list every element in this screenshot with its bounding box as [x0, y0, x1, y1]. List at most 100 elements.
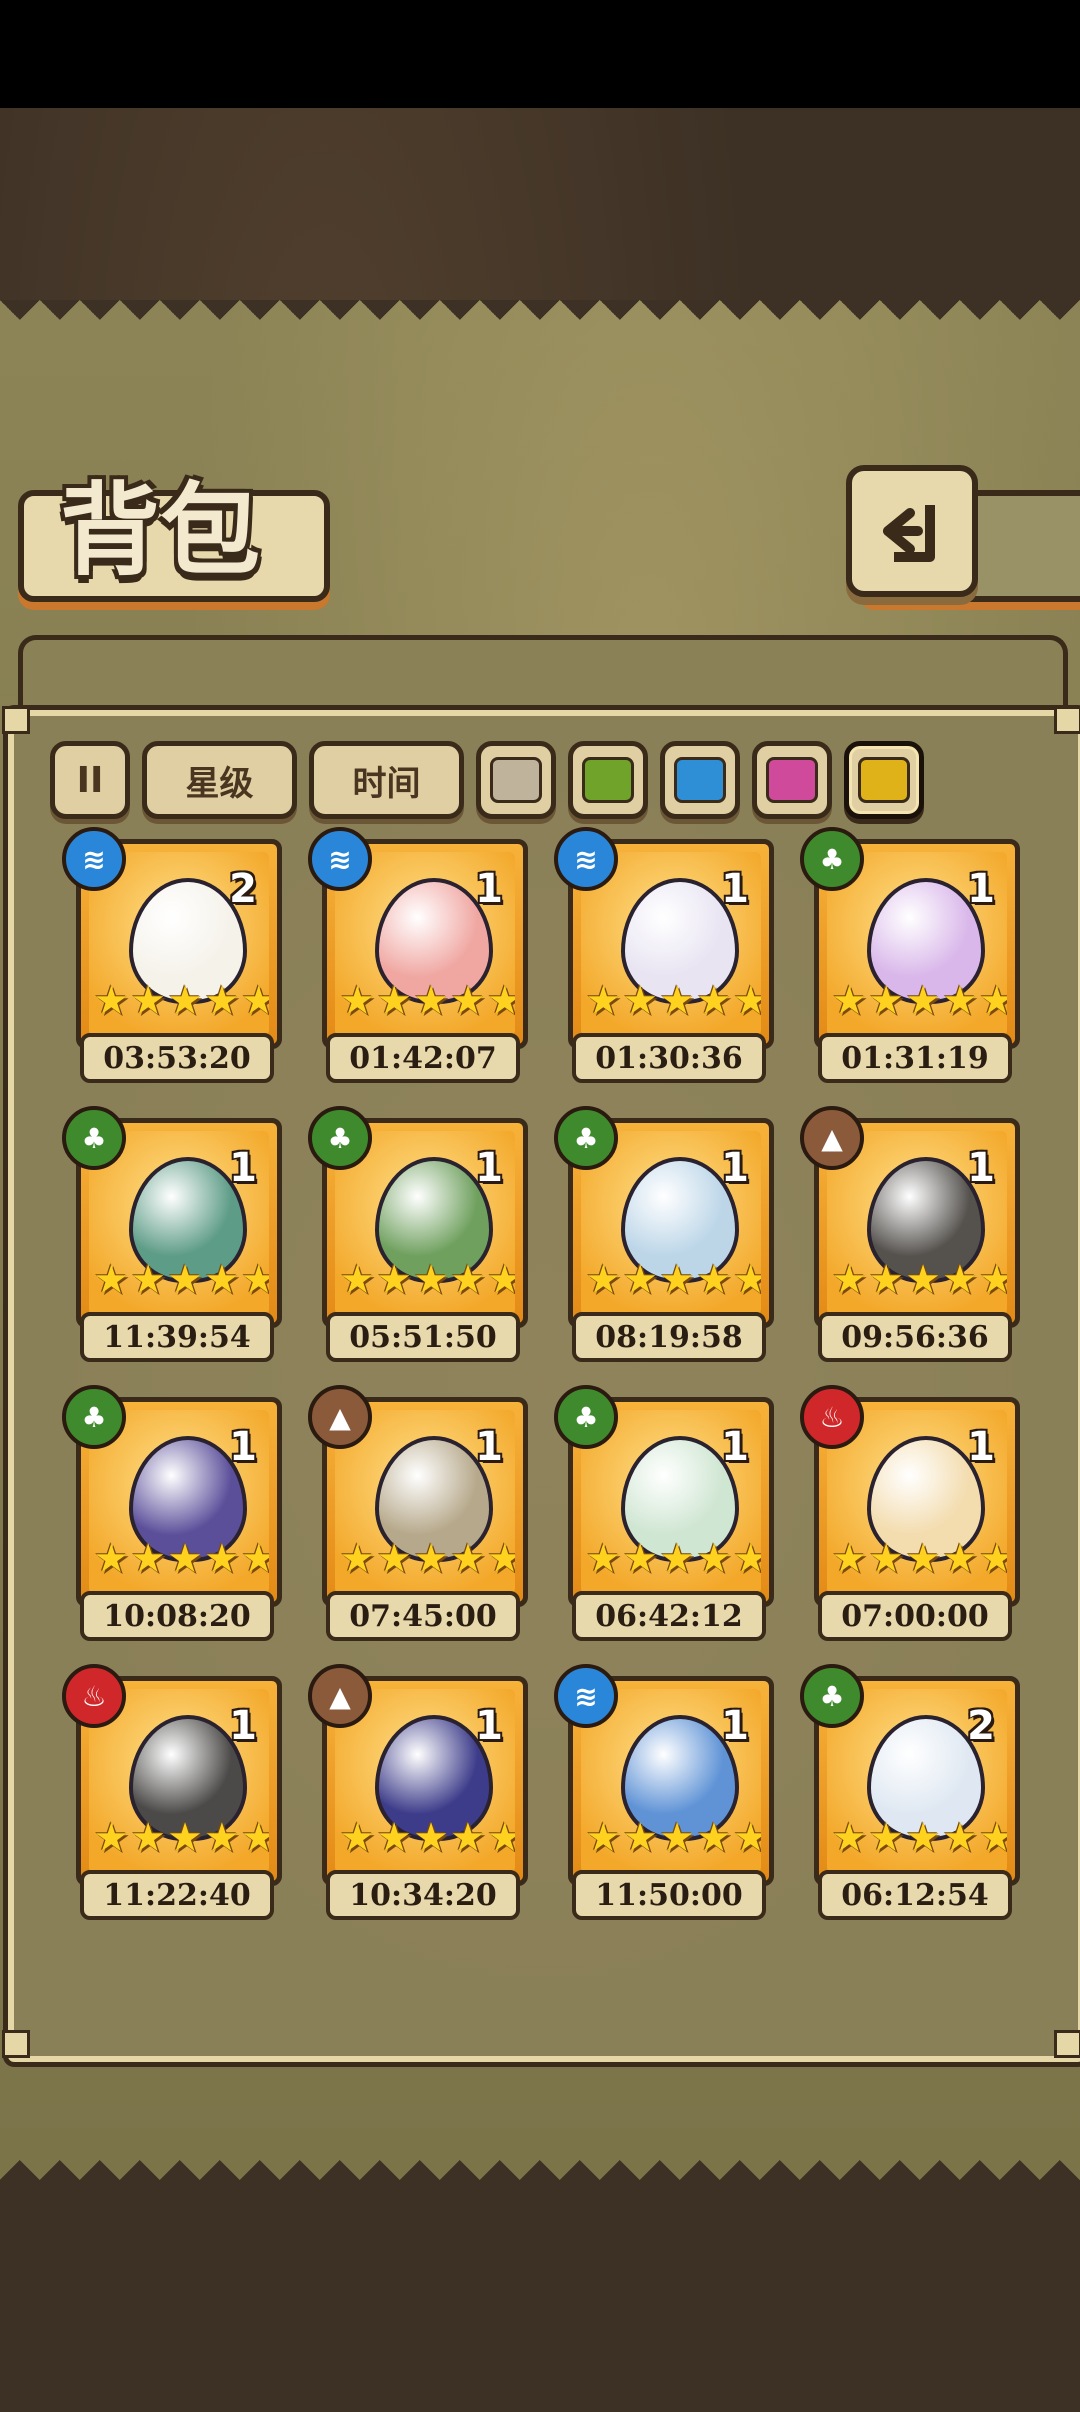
leaf-element-icon: ♣ [800, 827, 864, 891]
star-icon: ★ [659, 1257, 695, 1303]
status-bar [0, 0, 1080, 108]
water-element-icon: ≋ [554, 827, 618, 891]
pause-button[interactable]: II [50, 741, 130, 819]
star-icon: ★ [339, 978, 376, 1024]
star-icon: ★ [622, 1257, 659, 1303]
sort-by-star-button[interactable]: 星级 [142, 741, 297, 819]
bottom-map-background [0, 2180, 1080, 2412]
water-element-icon: ≋ [308, 827, 372, 891]
star-icon: ★ [831, 1815, 868, 1861]
star-icon: ★ [905, 1257, 941, 1303]
star-icon: ★ [622, 978, 659, 1024]
star-icon: ★ [622, 1536, 659, 1582]
hatch-timer: 07:00:00 [818, 1591, 1012, 1641]
item-count: 1 [721, 1424, 749, 1470]
egg-item[interactable]: 1 ★ ★ ★ ★ ★ ♣ 08:19:58 [554, 1106, 774, 1364]
item-count: 1 [475, 1424, 503, 1470]
star-icon: ★ [732, 978, 761, 1024]
star-icon: ★ [93, 978, 130, 1024]
egg-item[interactable]: 1 ★ ★ ★ ★ ★ ♣ 06:42:12 [554, 1385, 774, 1643]
sort-by-time-button[interactable]: 时间 [309, 741, 464, 819]
egg-item[interactable]: 1 ★ ★ ★ ★ ★ ♨ 07:00:00 [800, 1385, 1020, 1643]
star-rating: ★ ★ ★ ★ ★ [339, 1815, 515, 1861]
star-icon: ★ [585, 1257, 622, 1303]
color-filter-gray[interactable] [476, 741, 556, 819]
star-icon: ★ [339, 1815, 376, 1861]
egg-item[interactable]: 1 ★ ★ ★ ★ ★ ♣ 05:51:50 [308, 1106, 528, 1364]
egg-item[interactable]: 1 ★ ★ ★ ★ ★ ≋ 01:42:07 [308, 827, 528, 1085]
star-rating: ★ ★ ★ ★ ★ [93, 1536, 269, 1582]
color-chip [674, 757, 726, 803]
earth-element-icon: ▲ [308, 1664, 372, 1728]
star-icon: ★ [622, 1815, 659, 1861]
torn-edge-top [0, 300, 1080, 340]
star-icon: ★ [93, 1536, 130, 1582]
star-icon: ★ [240, 1815, 269, 1861]
hatch-timer: 05:51:50 [326, 1312, 520, 1362]
egg-item[interactable]: 1 ★ ★ ★ ★ ★ ♣ 10:08:20 [62, 1385, 282, 1643]
item-count: 1 [475, 1145, 503, 1191]
hatch-timer: 08:19:58 [572, 1312, 766, 1362]
star-icon: ★ [868, 1257, 905, 1303]
star-icon: ★ [203, 1257, 240, 1303]
star-icon: ★ [732, 1257, 761, 1303]
color-filter-blue[interactable] [660, 741, 740, 819]
star-icon: ★ [376, 1536, 413, 1582]
star-icon: ★ [978, 1257, 1007, 1303]
star-icon: ★ [585, 978, 622, 1024]
star-rating: ★ ★ ★ ★ ★ [585, 1257, 761, 1303]
back-button[interactable] [846, 465, 978, 597]
star-icon: ★ [659, 978, 695, 1024]
color-filter-yellow[interactable] [844, 741, 924, 819]
egg-item[interactable]: 1 ★ ★ ★ ★ ★ ▲ 10:34:20 [308, 1664, 528, 1922]
return-arrow-icon [883, 505, 935, 562]
star-icon: ★ [413, 1257, 449, 1303]
star-icon: ★ [240, 978, 269, 1024]
star-icon: ★ [167, 978, 203, 1024]
star-icon: ★ [905, 1536, 941, 1582]
hatch-timer: 06:12:54 [818, 1870, 1012, 1920]
hatch-timer: 10:34:20 [326, 1870, 520, 1920]
leaf-element-icon: ♣ [800, 1664, 864, 1728]
color-filter-pink[interactable] [752, 741, 832, 819]
star-icon: ★ [585, 1815, 622, 1861]
rail-corner [1054, 2030, 1080, 2058]
egg-item[interactable]: 2 ★ ★ ★ ★ ★ ≋ 03:53:20 [62, 827, 282, 1085]
star-icon: ★ [941, 1815, 978, 1861]
star-rating: ★ ★ ★ ★ ★ [585, 1815, 761, 1861]
star-icon: ★ [941, 978, 978, 1024]
star-icon: ★ [449, 1257, 486, 1303]
hatch-timer: 11:22:40 [80, 1870, 274, 1920]
hatch-timer: 01:31:19 [818, 1033, 1012, 1083]
star-icon: ★ [585, 1536, 622, 1582]
star-icon: ★ [167, 1257, 203, 1303]
egg-item[interactable]: 1 ★ ★ ★ ★ ★ ♨ 11:22:40 [62, 1664, 282, 1922]
star-icon: ★ [449, 1536, 486, 1582]
egg-item[interactable]: 2 ★ ★ ★ ★ ★ ♣ 06:12:54 [800, 1664, 1020, 1922]
star-rating: ★ ★ ★ ★ ★ [93, 1815, 269, 1861]
star-rating: ★ ★ ★ ★ ★ [93, 1257, 269, 1303]
star-icon: ★ [167, 1536, 203, 1582]
item-count: 1 [967, 1424, 995, 1470]
star-rating: ★ ★ ★ ★ ★ [585, 978, 761, 1024]
star-icon: ★ [486, 1815, 515, 1861]
egg-item[interactable]: 1 ★ ★ ★ ★ ★ ≋ 01:30:36 [554, 827, 774, 1085]
hatch-timer: 01:30:36 [572, 1033, 766, 1083]
color-filter-green[interactable] [568, 741, 648, 819]
earth-element-icon: ▲ [800, 1106, 864, 1170]
star-icon: ★ [905, 1815, 941, 1861]
egg-item[interactable]: 1 ★ ★ ★ ★ ★ ▲ 07:45:00 [308, 1385, 528, 1643]
item-count: 1 [475, 1703, 503, 1749]
egg-item[interactable]: 1 ★ ★ ★ ★ ★ ≋ 11:50:00 [554, 1664, 774, 1922]
color-chip [766, 757, 818, 803]
star-icon: ★ [130, 978, 167, 1024]
leaf-element-icon: ♣ [62, 1385, 126, 1449]
item-count: 1 [967, 866, 995, 912]
egg-item[interactable]: 1 ★ ★ ★ ★ ★ ♣ 11:39:54 [62, 1106, 282, 1364]
star-icon: ★ [203, 1815, 240, 1861]
star-icon: ★ [732, 1815, 761, 1861]
page-title: 背包 [60, 471, 260, 589]
hatch-timer: 11:50:00 [572, 1870, 766, 1920]
egg-item[interactable]: 1 ★ ★ ★ ★ ★ ♣ 01:31:19 [800, 827, 1020, 1085]
egg-item[interactable]: 1 ★ ★ ★ ★ ★ ▲ 09:56:36 [800, 1106, 1020, 1364]
